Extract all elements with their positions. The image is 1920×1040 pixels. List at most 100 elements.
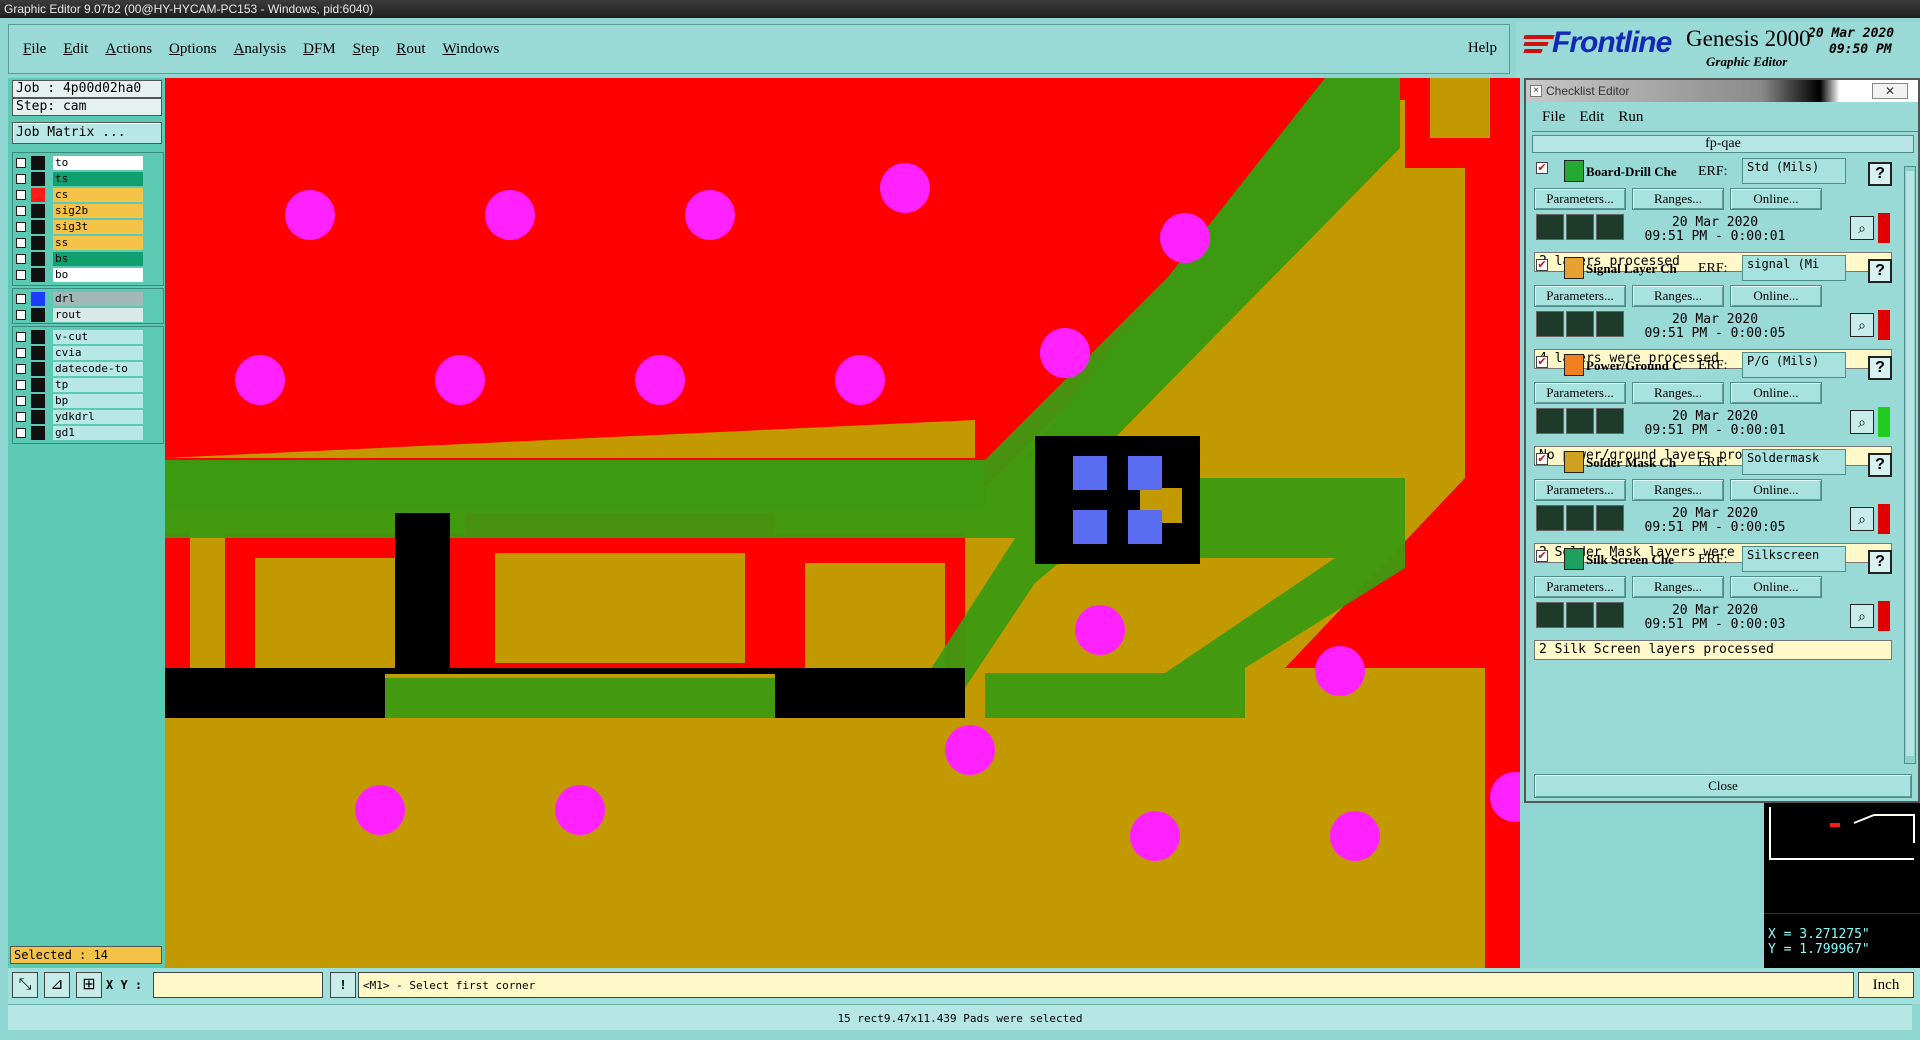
layer-color-swatch[interactable] [31,268,45,282]
menu-rout[interactable]: Rout [396,41,425,58]
erf-select[interactable]: signal (Mi [1742,255,1846,281]
erf-select[interactable]: P/G (Mils) [1742,352,1846,378]
run-icon[interactable] [1536,602,1564,628]
layer-name[interactable]: bs [53,252,143,266]
layer-row[interactable]: gd1 [13,425,163,441]
online-button[interactable]: Online... [1730,382,1822,404]
layer-row[interactable]: drl [13,291,163,307]
action-enable-checkbox[interactable]: ✔ [1536,356,1548,368]
run-selected-icon[interactable] [1566,214,1594,240]
menu-step[interactable]: Step [353,41,380,58]
parameters-button[interactable]: Parameters... [1534,285,1626,307]
layer-name[interactable]: cs [53,188,143,202]
layer-name[interactable]: sig3t [53,220,143,234]
layer-name[interactable]: cvia [53,346,143,360]
layer-color-swatch[interactable] [31,378,45,392]
layer-color-swatch[interactable] [31,252,45,266]
action-help-button[interactable]: ? [1868,259,1892,283]
layer-color-swatch[interactable] [31,394,45,408]
layer-row[interactable]: ts [13,171,163,187]
checklist-close-icon[interactable]: × [1530,85,1542,97]
ranges-button[interactable]: Ranges... [1632,382,1724,404]
layer-checkbox[interactable] [16,412,26,422]
view-results-icon[interactable]: ⌕ [1850,410,1874,434]
parameters-button[interactable]: Parameters... [1534,479,1626,501]
checklist-window-close-button[interactable]: ✕ [1872,83,1908,99]
layer-color-swatch[interactable] [31,172,45,186]
run-selected-icon[interactable] [1566,602,1594,628]
checklist-scrollbar[interactable] [1904,166,1916,764]
erf-select[interactable]: Std (Mils) [1742,158,1846,184]
ranges-button[interactable]: Ranges... [1632,188,1724,210]
layer-checkbox[interactable] [16,222,26,232]
grid-icon[interactable]: ⊞ [76,972,102,998]
layer-color-swatch[interactable] [31,330,45,344]
layer-color-swatch[interactable] [31,236,45,250]
parameters-button[interactable]: Parameters... [1534,382,1626,404]
layer-checkbox[interactable] [16,380,26,390]
layer-name[interactable]: bo [53,268,143,282]
layer-name[interactable]: ss [53,236,143,250]
layer-row[interactable]: ydkdrl [13,409,163,425]
layer-checkbox[interactable] [16,428,26,438]
layer-checkbox[interactable] [16,396,26,406]
layer-checkbox[interactable] [16,270,26,280]
menu-edit[interactable]: Edit [63,41,88,58]
parameters-button[interactable]: Parameters... [1534,576,1626,598]
view-results-icon[interactable]: ⌕ [1850,313,1874,337]
run-icon[interactable] [1536,214,1564,240]
layer-row[interactable]: bo [13,267,163,283]
erf-select[interactable]: Soldermask [1742,449,1846,475]
run-all-icon[interactable] [1596,602,1624,628]
layer-name[interactable]: rout [53,308,143,322]
menu-options[interactable]: Options [169,41,217,58]
layer-name[interactable]: gd1 [53,426,143,440]
menu-dfm[interactable]: DFM [303,41,336,58]
action-name[interactable]: Signal Layer Ch [1586,261,1696,277]
layer-name[interactable]: ts [53,172,143,186]
checklist-menu-file[interactable]: File [1542,109,1565,126]
run-selected-icon[interactable] [1566,311,1594,337]
ranges-button[interactable]: Ranges... [1632,285,1724,307]
layer-color-swatch[interactable] [31,346,45,360]
run-icon[interactable] [1536,505,1564,531]
action-help-button[interactable]: ? [1868,162,1892,186]
graphic-canvas[interactable] [165,78,1520,968]
menu-file[interactable]: File [23,41,46,58]
layer-color-swatch[interactable] [31,410,45,424]
layer-row[interactable]: cs [13,187,163,203]
view-results-icon[interactable]: ⌕ [1850,216,1874,240]
layer-checkbox[interactable] [16,348,26,358]
layer-color-swatch[interactable] [31,426,45,440]
pcb-drawing[interactable] [165,78,1520,968]
layer-checkbox[interactable] [16,190,26,200]
online-button[interactable]: Online... [1730,576,1822,598]
layer-checkbox[interactable] [16,294,26,304]
layer-checkbox[interactable] [16,206,26,216]
layer-row[interactable]: rout [13,307,163,323]
layer-name[interactable]: bp [53,394,143,408]
job-matrix-button[interactable]: Job Matrix ... [12,122,162,144]
action-name[interactable]: Silk Screen Che [1586,552,1696,568]
run-icon[interactable] [1536,311,1564,337]
layer-color-swatch[interactable] [31,204,45,218]
scroll-thumb[interactable] [1906,171,1914,756]
layer-row[interactable]: bp [13,393,163,409]
checklist-menu-run[interactable]: Run [1618,109,1643,126]
parameters-button[interactable]: Parameters... [1534,188,1626,210]
layer-checkbox[interactable] [16,364,26,374]
online-button[interactable]: Online... [1730,188,1822,210]
run-all-icon[interactable] [1596,311,1624,337]
layer-name[interactable]: to [53,156,143,170]
menu-windows[interactable]: Windows [442,41,499,58]
layer-color-swatch[interactable] [31,156,45,170]
layer-name[interactable]: v-cut [53,330,143,344]
layer-name[interactable]: ydkdrl [53,410,143,424]
layer-row[interactable]: v-cut [13,329,163,345]
layer-row[interactable]: tp [13,377,163,393]
view-results-icon[interactable]: ⌕ [1850,507,1874,531]
alert-icon[interactable]: ! [330,972,356,998]
checklist-close-button[interactable]: Close [1534,774,1912,798]
menu-analysis[interactable]: Analysis [234,41,287,58]
action-name[interactable]: Solder Mask Ch [1586,455,1696,471]
